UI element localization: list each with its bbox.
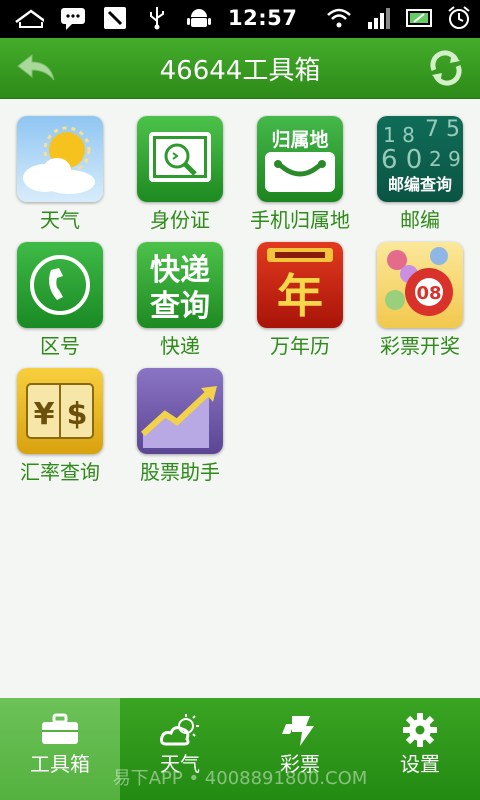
lottery-icon: 08 [377, 242, 463, 328]
title-bar: 46644工具箱 [0, 38, 480, 99]
svg-text:1 8: 1 8 [383, 123, 415, 147]
alarm-icon [448, 6, 470, 29]
refresh-icon[interactable] [426, 48, 466, 88]
home-icon [15, 9, 44, 28]
tool-label: 彩票开奖 [380, 334, 460, 358]
express-icon-text-2: 查询 [150, 289, 210, 324]
tool-label: 股票助手 [140, 460, 220, 484]
tool-express[interactable]: 快递 查询 快递 [120, 224, 240, 358]
weather-tab-icon [160, 714, 199, 746]
bottom-tab-bar: 工具箱 天气 彩票 设置 易下APP • 4008891800.COM [0, 698, 480, 800]
tool-stock[interactable]: 股票助手 [120, 350, 240, 484]
status-bar: 12:57 [0, 0, 480, 38]
postcode-icon: 1 8 7 5 6 0 2 9 邮编查询 [377, 116, 463, 202]
android-icon [187, 9, 211, 27]
tab-lottery[interactable]: 彩票 [240, 698, 360, 800]
tool-label: 万年历 [270, 334, 330, 358]
wifi-icon [327, 8, 351, 28]
tab-weather[interactable]: 天气 [120, 698, 240, 800]
tool-postcode[interactable]: 1 8 7 5 6 0 2 9 邮编查询 邮编 [360, 98, 480, 232]
svg-text:2 9: 2 9 [429, 147, 461, 171]
tool-exchange-rate[interactable]: ¥ $ 汇率查询 [0, 350, 120, 484]
calendar-icon: 年 [257, 242, 343, 328]
toolbox-icon [42, 713, 78, 744]
tab-toolbox[interactable]: 工具箱 [0, 698, 120, 800]
phone-icon [104, 7, 126, 29]
signal-icon [368, 8, 390, 29]
dollar-glyph: $ [67, 397, 88, 432]
yen-glyph: ¥ [34, 397, 55, 432]
tab-label: 天气 [160, 752, 200, 776]
tab-label: 工具箱 [30, 752, 90, 776]
lottery-icon-text: 08 [416, 283, 441, 304]
phone-location-icon-text: 归属地 [271, 128, 328, 151]
express-icon-text-1: 快递 [150, 253, 210, 288]
tab-label: 设置 [400, 752, 440, 776]
area-code-icon [17, 242, 103, 328]
gear-icon [403, 713, 437, 747]
weather-icon [17, 116, 103, 202]
exchange-rate-icon: ¥ $ [17, 368, 103, 454]
svg-text:7 5: 7 5 [425, 117, 460, 142]
page-title: 46644工具箱 [159, 56, 321, 86]
tool-weather[interactable]: 天气 [0, 98, 120, 232]
express-icon: 快递 查询 [137, 242, 223, 328]
svg-text:6 0: 6 0 [381, 145, 422, 175]
lottery-tab-icon [282, 716, 314, 746]
calendar-icon-text: 年 [277, 269, 323, 323]
tool-area-code[interactable]: 区号 [0, 224, 120, 358]
tool-label: 汇率查询 [20, 460, 100, 484]
phone-location-icon: 归属地 [257, 116, 343, 202]
message-icon [61, 8, 85, 30]
clock: 12:57 [228, 6, 298, 30]
tab-settings[interactable]: 设置 [360, 698, 480, 800]
usb-icon [150, 7, 164, 30]
tab-label: 彩票 [280, 752, 320, 776]
tool-lottery[interactable]: 08 彩票开奖 [360, 224, 480, 358]
tool-id-card[interactable]: 身份证 [120, 98, 240, 232]
id-card-icon [137, 116, 223, 202]
battery-icon [406, 9, 432, 27]
postcode-icon-text: 邮编查询 [388, 175, 452, 194]
tool-calendar[interactable]: 年 万年历 [240, 224, 360, 358]
stock-icon [137, 368, 223, 454]
tool-phone-location[interactable]: 归属地 手机归属地 [240, 98, 360, 232]
